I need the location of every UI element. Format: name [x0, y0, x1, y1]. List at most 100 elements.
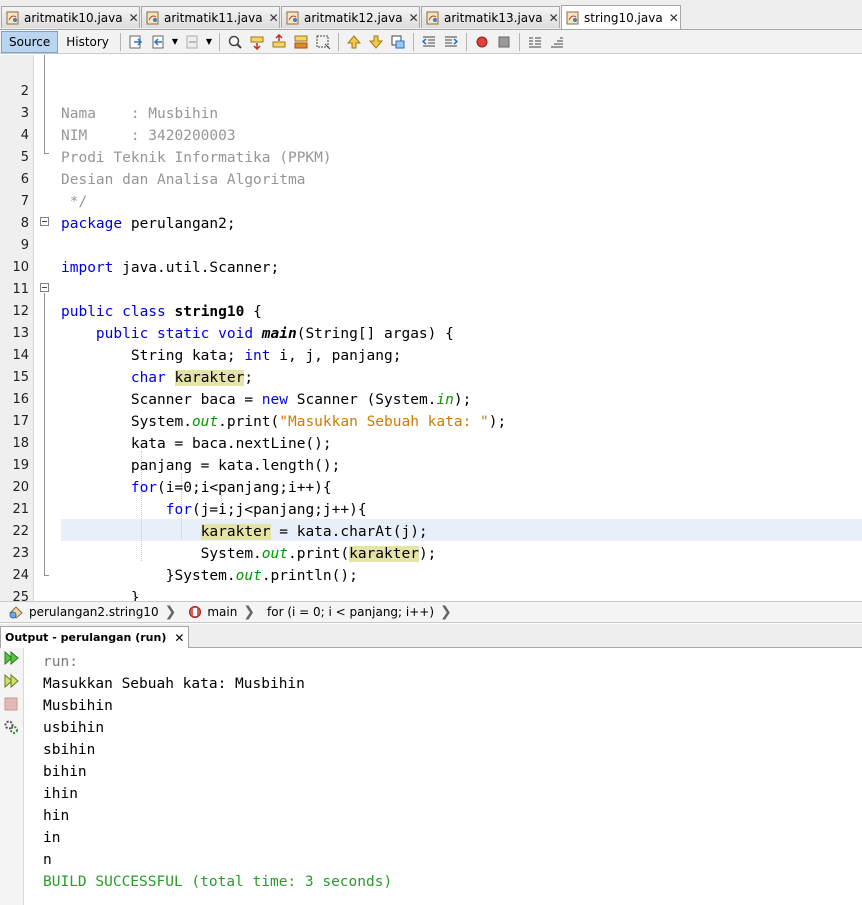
- breadcrumb-item-method[interactable]: main ❯: [180, 604, 259, 620]
- code-line: 22 System.out.print(karakter);: [0, 499, 862, 562]
- shift-right-icon[interactable]: [442, 33, 460, 51]
- breadcrumb-item-for[interactable]: for (i = 0; i < panjang; i++) ❯: [259, 604, 456, 620]
- navigation-breadcrumb: perulangan2.string10 ❯ main ❯ for (i = 0…: [0, 601, 862, 623]
- java-file-icon: [566, 11, 580, 25]
- source-button[interactable]: Source: [1, 30, 59, 53]
- code-line: 15 Scanner baca = new Scanner (System.in…: [0, 345, 862, 408]
- console-line: ihin: [43, 786, 78, 802]
- console-line: sbihin: [43, 742, 96, 758]
- next-bookmark-icon[interactable]: [367, 33, 385, 51]
- tab-label: string10.java: [584, 11, 663, 25]
- code-line: 11 public class string10 {: [0, 257, 862, 320]
- stop-macro-icon[interactable]: [495, 33, 513, 51]
- code-line: 20 for(j=i;j<panjang;j++){: [0, 455, 862, 518]
- console-line: run:: [43, 654, 78, 670]
- code-line: 10: [0, 235, 862, 275]
- tab-aritmatik12[interactable]: aritmatik12.java ✕: [281, 6, 420, 28]
- editor-tab-bar: aritmatik10.java ✕ aritmatik11.java ✕ ar…: [0, 0, 862, 30]
- tab-aritmatik13[interactable]: aritmatik13.java ✕: [421, 6, 560, 28]
- code-line: 26 }: [0, 587, 862, 601]
- tab-aritmatik11[interactable]: aritmatik11.java ✕: [141, 6, 280, 28]
- close-icon[interactable]: ✕: [663, 11, 679, 25]
- code-line: 13 String kata; int i, j, panjang;: [0, 301, 862, 364]
- breadcrumb-label: main: [207, 605, 238, 619]
- console-line: n: [43, 852, 52, 868]
- breadcrumb-label: for (i = 0; i < panjang; i++): [267, 605, 435, 619]
- code-line: 18 panjang = kata.length();: [0, 411, 862, 474]
- code-line: 16 System.out.print("Masukkan Sebuah kat…: [0, 367, 862, 430]
- tab-label: aritmatik13.java: [444, 10, 543, 25]
- uncomment-icon[interactable]: [548, 33, 566, 51]
- start-macro-icon[interactable]: [473, 33, 491, 51]
- toolbar-separator: [119, 32, 121, 51]
- editor-toolbar: Source History ▼ ▼: [0, 30, 862, 54]
- toggle-rect-selection-icon[interactable]: [314, 33, 332, 51]
- code-line: 7 package perulangan2;: [0, 169, 862, 232]
- close-icon[interactable]: ✕: [263, 11, 279, 25]
- find-previous-icon[interactable]: [248, 33, 266, 51]
- java-file-icon: [426, 11, 440, 25]
- java-file-icon: [6, 11, 20, 25]
- breadcrumb-item-class[interactable]: perulangan2.string10 ❯: [0, 604, 180, 620]
- toolbar-separator: [465, 32, 467, 51]
- chevron-right-icon: ❯: [243, 604, 256, 620]
- java-file-icon: [286, 11, 300, 25]
- code-line: 8: [0, 191, 862, 231]
- tab-aritmatik10[interactable]: aritmatik10.java ✕: [1, 6, 140, 28]
- stop-icon[interactable]: [3, 696, 19, 712]
- close-icon[interactable]: ✕: [174, 631, 184, 645]
- console-line: hin: [43, 808, 70, 824]
- tab-label: aritmatik10.java: [24, 10, 123, 25]
- output-tab-label: Output - perulangan (run): [5, 631, 167, 644]
- close-icon[interactable]: ✕: [403, 11, 419, 25]
- find-icon[interactable]: [226, 33, 244, 51]
- forward-icon[interactable]: [183, 33, 201, 51]
- console-line: Masukkan Sebuah kata: Musbihin: [43, 676, 305, 692]
- console-line: usbihin: [43, 720, 105, 736]
- output-console[interactable]: run: Masukkan Sebuah kata: Musbihin Musb…: [25, 648, 862, 905]
- breadcrumb-label: perulangan2.string10: [29, 605, 159, 619]
- settings-icon[interactable]: [3, 719, 19, 735]
- java-file-icon: [146, 11, 160, 25]
- code-line: 14 char karakter;: [0, 323, 862, 386]
- code-line: 25 }: [0, 565, 862, 601]
- chevron-right-icon: ❯: [164, 604, 177, 620]
- comment-icon[interactable]: [526, 33, 544, 51]
- chevron-down-icon[interactable]: ▼: [171, 33, 179, 51]
- tab-label: aritmatik11.java: [164, 10, 263, 25]
- last-edit-icon[interactable]: [127, 33, 145, 51]
- code-line: 4 Prodi Teknik Informatika (PPKM): [0, 103, 862, 166]
- toolbar-separator: [412, 32, 414, 51]
- output-side-toolbar: [0, 648, 24, 905]
- tab-string10[interactable]: string10.java ✕: [561, 5, 681, 30]
- build-status-line: BUILD SUCCESSFUL (total time: 3 seconds): [43, 874, 393, 890]
- history-button[interactable]: History: [59, 31, 116, 53]
- code-line: 3 NIM : 3420200003: [0, 81, 862, 144]
- method-icon: [188, 605, 202, 619]
- console-line: bihin: [43, 764, 87, 780]
- tab-output[interactable]: Output - perulangan (run) ✕: [0, 626, 190, 648]
- code-line: 5 Desian dan Analisa Algoritma: [0, 125, 862, 188]
- shift-left-icon[interactable]: [420, 33, 438, 51]
- chevron-down-icon[interactable]: ▼: [205, 33, 213, 51]
- rerun-with-params-icon[interactable]: [3, 673, 19, 689]
- toggle-highlight-icon[interactable]: [292, 33, 310, 51]
- code-line: 12 public static void main(String[] arga…: [0, 279, 862, 342]
- code-line: 24 }: [0, 543, 862, 601]
- back-icon[interactable]: [149, 33, 167, 51]
- console-line: in: [43, 830, 61, 846]
- close-icon[interactable]: ✕: [123, 11, 139, 25]
- code-line: 6 */: [0, 147, 862, 210]
- previous-bookmark-icon[interactable]: [345, 33, 363, 51]
- chevron-right-icon: ❯: [440, 604, 452, 620]
- rerun-icon[interactable]: [3, 650, 19, 666]
- toggle-bookmark-icon[interactable]: [389, 33, 407, 51]
- toolbar-separator: [218, 32, 220, 51]
- code-line: 23 }System.out.println();: [0, 521, 862, 584]
- code-line: 9 import java.util.Scanner;: [0, 213, 862, 276]
- code-editor[interactable]: 2 Nama : Musbihin 3 NIM : 3420200003 4 P…: [0, 55, 862, 601]
- find-next-icon[interactable]: [270, 33, 288, 51]
- toolbar-separator: [337, 32, 339, 51]
- close-icon[interactable]: ✕: [543, 11, 559, 25]
- output-tab-bar: Output - perulangan (run) ✕: [0, 624, 862, 648]
